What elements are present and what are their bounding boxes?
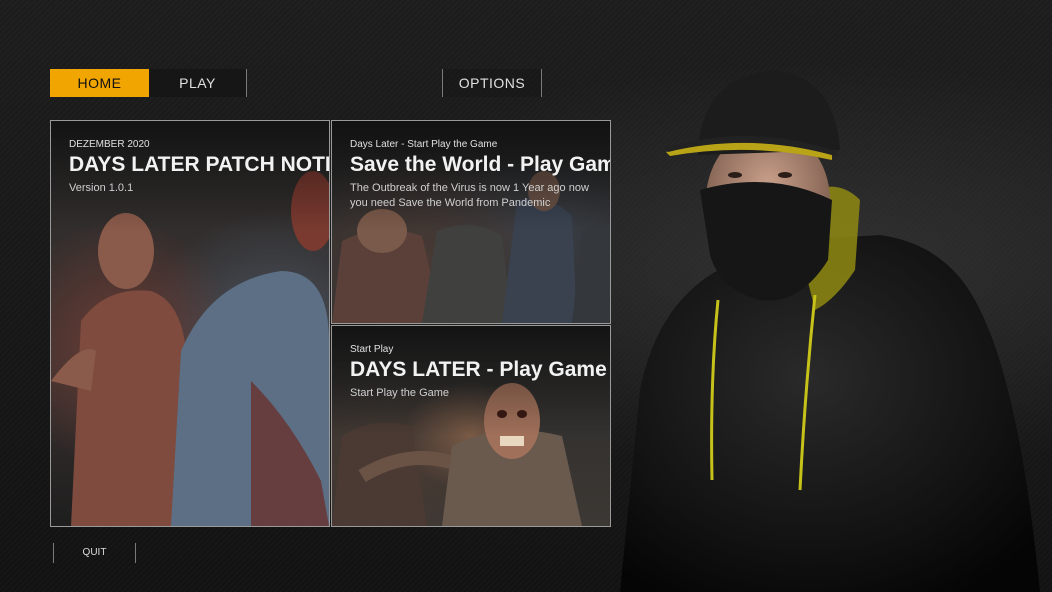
home-tab[interactable]: HOME: [50, 69, 149, 97]
days-later-subtitle: Start Play the Game: [350, 387, 450, 399]
save-world-title: Save the World - Play Game: [350, 153, 611, 176]
patch-date: DEZEMBER 2020: [69, 139, 150, 150]
save-world-eyebrow: Days Later - Start Play the Game: [350, 139, 498, 150]
save-world-description-line2: you need Save the World from Pandemic: [350, 197, 551, 209]
save-world-card[interactable]: Days Later - Start Play the Game Save th…: [331, 120, 611, 324]
player-character-render: [620, 70, 1040, 592]
patch-title: DAYS LATER PATCH NOTES: [69, 153, 330, 176]
days-later-eyebrow: Start Play: [350, 344, 394, 355]
days-later-card[interactable]: Start Play DAYS LATER - Play Game Start …: [331, 325, 611, 527]
play-tab[interactable]: PLAY: [149, 69, 247, 97]
options-tab[interactable]: OPTIONS: [442, 69, 542, 97]
save-world-description-line1: The Outbreak of the Virus is now 1 Year …: [350, 182, 589, 194]
quit-button[interactable]: QUIT: [53, 543, 136, 563]
days-later-title: DAYS LATER - Play Game: [350, 358, 607, 381]
patch-version: Version 1.0.1: [69, 182, 134, 194]
patch-notes-card[interactable]: DEZEMBER 2020 DAYS LATER PATCH NOTES Ver…: [50, 120, 330, 527]
